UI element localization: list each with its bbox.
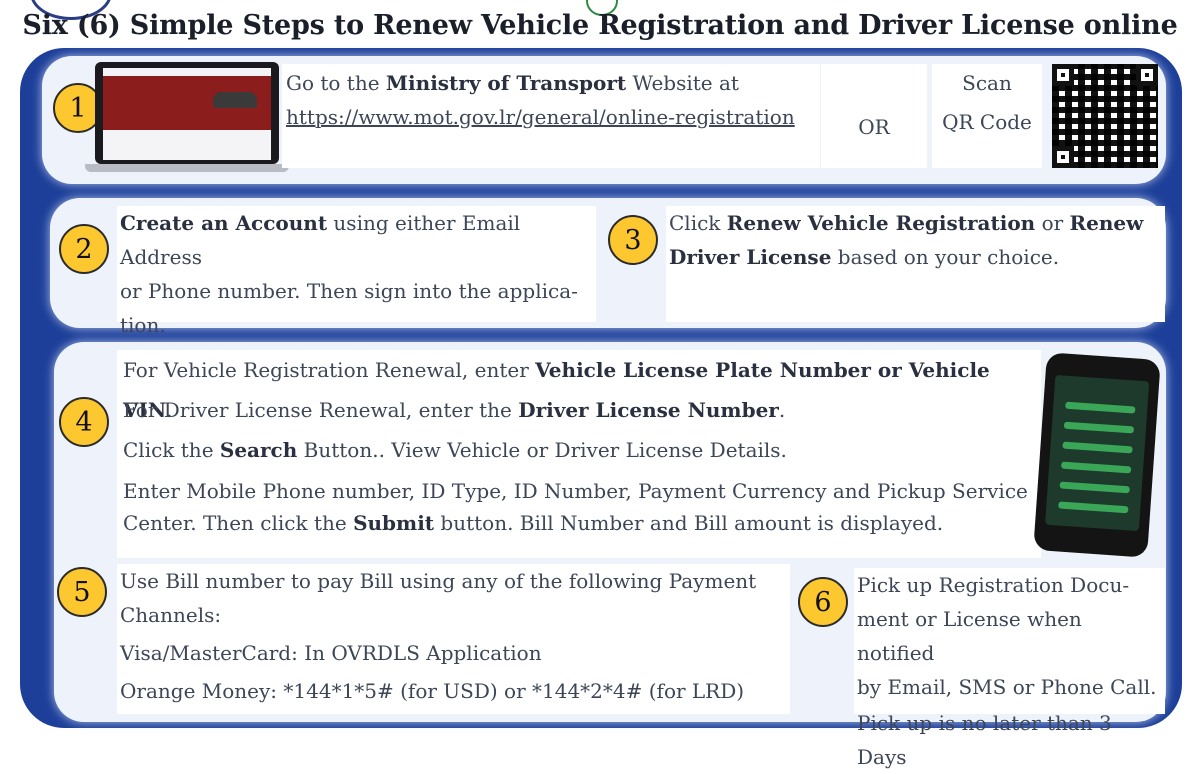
scan-qr-box: Scan QR Code (932, 64, 1042, 168)
step-3-badge: 3 (608, 215, 658, 265)
or-box: OR (821, 64, 927, 168)
step-4-badge: 4 (59, 397, 109, 447)
qr-code-image[interactable] (1052, 64, 1158, 168)
mobile-app-screenshot-image (1033, 352, 1161, 558)
submit-button-label: Submit (353, 511, 435, 535)
step-5-text: Use Bill number to pay Bill using any of… (117, 564, 790, 714)
or-label: OR (858, 115, 890, 139)
registration-link[interactable]: https://www.mot.gov.lr/general/online-re… (286, 105, 795, 129)
step-1-text: Go to the Ministry of Transport Website … (282, 64, 820, 168)
renew-vehicle-registration-option: Renew Vehicle Registration (726, 211, 1036, 235)
visa-mastercard-channel: Visa/MasterCard: In OVRDLS Application (120, 641, 542, 665)
step-2-text: Create an Account using either Email Add… (117, 206, 596, 337)
step-6-text: Pick up Registration Docu- ment or Licen… (854, 568, 1165, 769)
step-2-badge: 2 (59, 224, 109, 274)
step-3-text: Click Renew Vehicle Registration or Rene… (666, 206, 1165, 322)
qr-code-label: QR Code (942, 110, 1032, 134)
step-4-text: For Vehicle Registration Renewal, enter … (117, 350, 1041, 558)
laptop-base (85, 164, 289, 172)
page-title: Six (6) Simple Steps to Renew Vehicle Re… (22, 10, 1178, 41)
scan-label: Scan (962, 71, 1012, 95)
laptop-screenshot-image (95, 62, 279, 164)
search-button-label: Search (219, 438, 298, 462)
renew-driver-license-option: Driver License (669, 245, 832, 269)
ministry-name: Ministry of Transport (385, 71, 627, 95)
step-5-badge: 5 (57, 567, 107, 617)
orange-money-channel: Orange Money: *144*1*5# (for USD) or *14… (120, 679, 745, 703)
step-6-badge: 6 (798, 577, 848, 627)
